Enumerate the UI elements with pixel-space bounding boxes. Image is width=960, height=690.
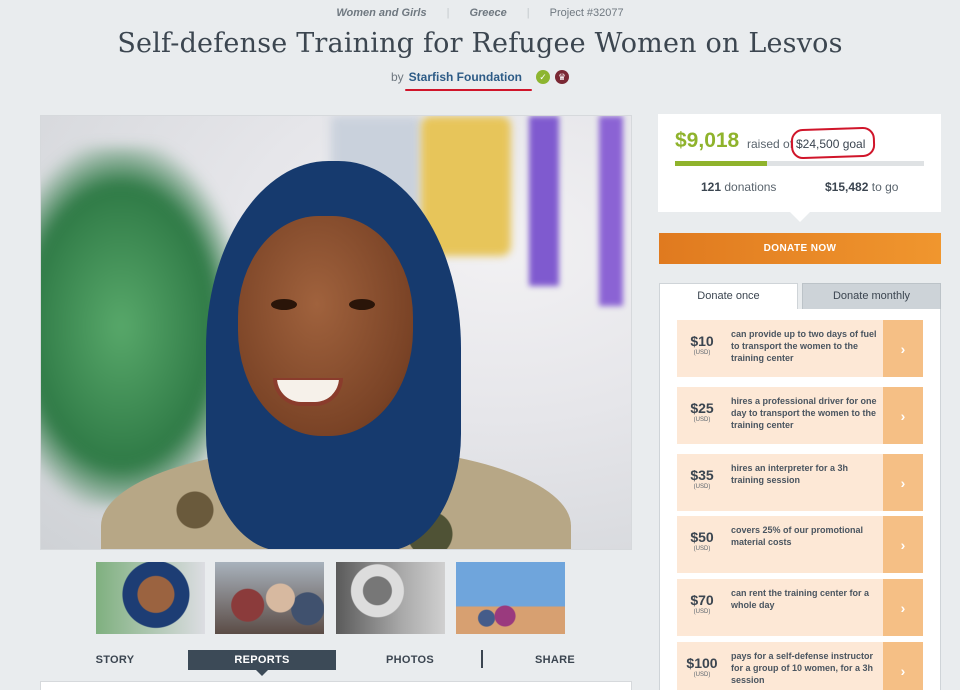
tab-donate-monthly[interactable]: Donate monthly — [802, 283, 941, 310]
meta-divider: | — [446, 7, 450, 19]
raised-amount: $9,018 — [675, 129, 740, 152]
level-description: pays for a self-defense instructor for a… — [731, 651, 874, 685]
level-description: can provide up to two days of fuel to tr… — [731, 329, 877, 363]
tab-donate-once[interactable]: Donate once — [659, 283, 798, 310]
chevron-right-icon[interactable]: › — [883, 454, 923, 511]
award-icon: ♛ — [555, 70, 569, 84]
raised-of-label: raised of — [747, 137, 794, 151]
donation-level[interactable]: $25 (USD) hires a professional driver for… — [677, 387, 923, 444]
donation-level[interactable]: $35 (USD) hires an interpreter for a 3h t… — [677, 454, 923, 511]
background-blur — [529, 116, 559, 286]
tab-content-panel — [40, 681, 632, 690]
chevron-right-icon[interactable]: › — [883, 579, 923, 636]
photo-thumbnail[interactable] — [336, 562, 445, 634]
level-amount: $10 (USD) — [677, 320, 727, 356]
donations-label: donations — [724, 180, 777, 194]
donation-frequency-tabs: Donate once Donate monthly — [659, 283, 941, 310]
byline-prefix: by — [390, 70, 404, 84]
currency-label: (USD) — [693, 609, 711, 615]
project-photo[interactable] — [40, 115, 632, 550]
donation-levels: $10 (USD) can provide up to two days of f… — [659, 309, 941, 690]
currency-label: (USD) — [693, 484, 711, 490]
currency-label: (USD) — [693, 546, 711, 552]
donate-now-button[interactable]: DONATE NOW — [659, 233, 941, 264]
project-meta: Women and Girls | Greece | Project #3207… — [0, 7, 960, 19]
project-number: Project #32077 — [549, 7, 624, 19]
progress-bar — [675, 161, 924, 166]
level-description: hires a professional driver for one day … — [731, 396, 877, 430]
donations-stat: 121 donations — [701, 180, 776, 194]
eye — [271, 299, 297, 310]
progress-fill — [675, 161, 767, 166]
donation-level[interactable]: $50 (USD) covers 25% of our promotional m… — [677, 516, 923, 573]
donation-level[interactable]: $100 (USD) pays for a self-defense instru… — [677, 642, 923, 690]
to-go-label: to go — [871, 180, 899, 194]
level-description: hires an interpreter for a 3h training s… — [731, 463, 849, 485]
chevron-right-icon[interactable]: › — [883, 320, 923, 377]
check-icon: ✓ — [536, 70, 550, 84]
annotation-circle — [790, 126, 876, 160]
chevron-right-icon[interactable]: › — [883, 387, 923, 444]
page-title: Self-defense Training for Refugee Women … — [117, 28, 843, 59]
category-link[interactable]: Women and Girls — [336, 7, 426, 19]
organization-link[interactable]: Starfish Foundation — [404, 70, 533, 91]
level-amount: $25 (USD) — [677, 387, 727, 423]
level-amount: $35 (USD) — [677, 454, 727, 490]
tab-reports[interactable]: REPORTS — [188, 650, 336, 676]
to-go-amount: $15,482 — [825, 180, 869, 194]
currency-label: (USD) — [693, 672, 711, 678]
currency-label: (USD) — [693, 417, 711, 423]
tab-story[interactable]: STORY — [80, 650, 150, 670]
photo-thumbnail[interactable] — [215, 562, 324, 634]
country-link[interactable]: Greece — [469, 7, 506, 19]
meta-divider: | — [526, 7, 530, 19]
level-amount: $100 (USD) — [677, 642, 727, 678]
level-description: covers 25% of our promotional material c… — [731, 525, 864, 547]
photo-thumbnail[interactable] — [96, 562, 205, 634]
tab-share[interactable]: SHARE — [520, 650, 590, 670]
donation-level[interactable]: $10 (USD) can provide up to two days of f… — [677, 320, 923, 377]
content-tabs: STORY REPORTS PHOTOS SHARE — [40, 650, 632, 676]
tab-photos[interactable]: PHOTOS — [370, 650, 450, 670]
eye — [349, 299, 375, 310]
photo-thumbnail[interactable] — [456, 562, 565, 634]
chevron-right-icon[interactable]: › — [883, 516, 923, 573]
chevron-right-icon[interactable]: › — [883, 642, 923, 690]
donation-level[interactable]: $70 (USD) can rent the training center fo… — [677, 579, 923, 636]
donations-count: 121 — [701, 180, 722, 194]
byline: by Starfish Foundation ✓ ♛ — [0, 70, 960, 91]
to-go-stat: $15,482 to go — [825, 180, 898, 194]
tab-divider — [481, 650, 483, 668]
currency-label: (USD) — [693, 350, 711, 356]
level-amount: $70 (USD) — [677, 579, 727, 615]
funding-summary: $9,018 raised of $24,500 goal 121 donati… — [658, 114, 941, 222]
level-description: can rent the training center for a whole… — [731, 588, 870, 610]
background-blur — [599, 116, 623, 306]
level-amount: $50 (USD) — [677, 516, 727, 552]
